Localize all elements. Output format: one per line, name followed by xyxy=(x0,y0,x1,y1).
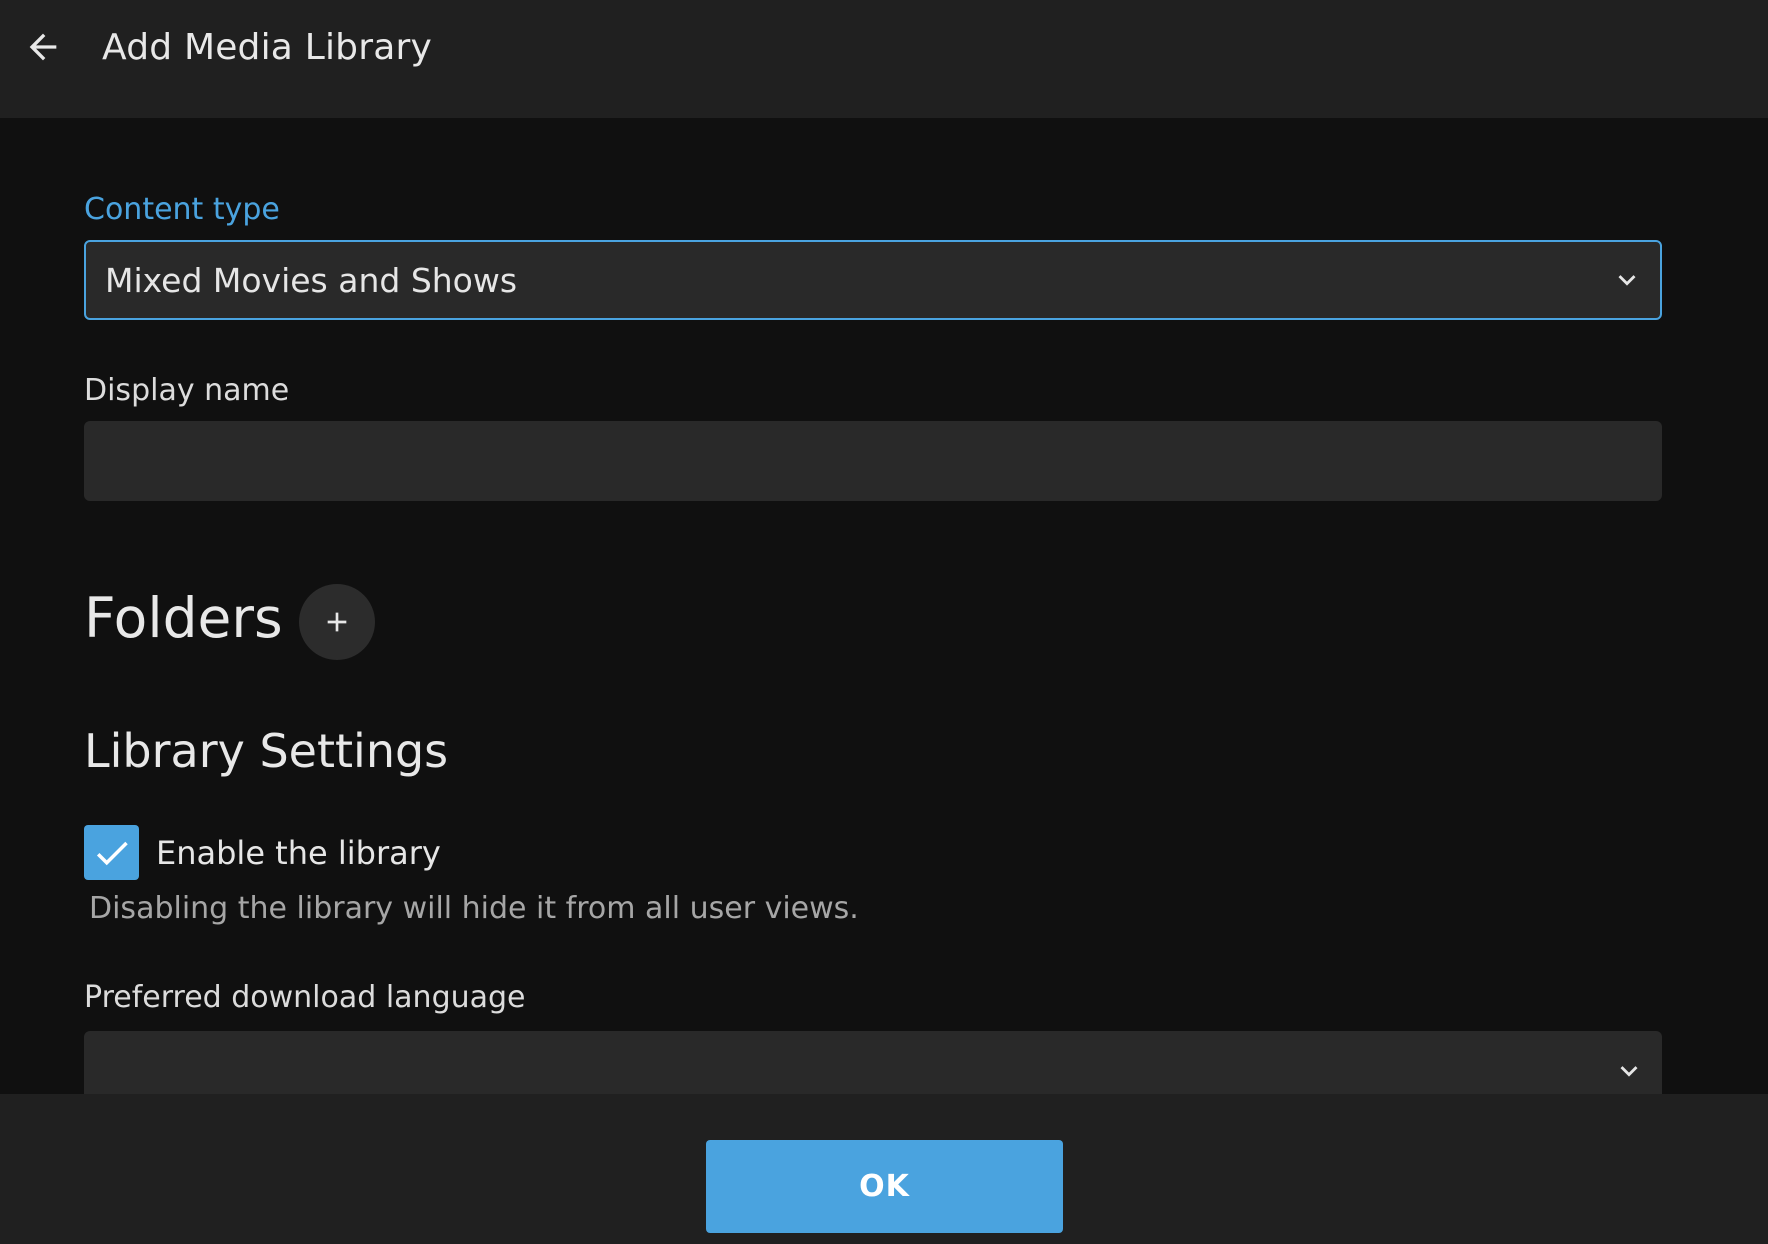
enable-library-label: Enable the library xyxy=(156,834,441,872)
page-title: Add Media Library xyxy=(102,27,432,68)
folders-heading: Folders xyxy=(84,586,283,650)
checkmark-icon xyxy=(96,841,128,865)
chevron-down-icon xyxy=(1618,275,1636,286)
content-type-label: Content type xyxy=(84,192,280,227)
plus-icon xyxy=(327,612,347,632)
add-media-library-page: Add Media Library Content type Mixed Mov… xyxy=(0,0,1768,1244)
preferred-download-language-label: Preferred download language xyxy=(84,980,526,1015)
app-header: Add Media Library xyxy=(0,0,1768,118)
content-type-value: Mixed Movies and Shows xyxy=(105,260,518,300)
chevron-down-icon xyxy=(1620,1066,1638,1077)
display-name-label: Display name xyxy=(84,373,290,408)
back-button[interactable] xyxy=(18,22,68,72)
content-type-select[interactable]: Mixed Movies and Shows xyxy=(84,240,1662,320)
enable-library-checkbox[interactable] xyxy=(84,825,139,880)
arrow-left-icon xyxy=(29,33,57,61)
footer-bar: OK xyxy=(0,1094,1768,1244)
ok-button[interactable]: OK xyxy=(706,1140,1063,1233)
add-folder-button[interactable] xyxy=(299,584,375,660)
display-name-input[interactable] xyxy=(84,421,1662,501)
enable-library-help: Disabling the library will hide it from … xyxy=(89,891,859,926)
library-settings-heading: Library Settings xyxy=(84,724,449,778)
